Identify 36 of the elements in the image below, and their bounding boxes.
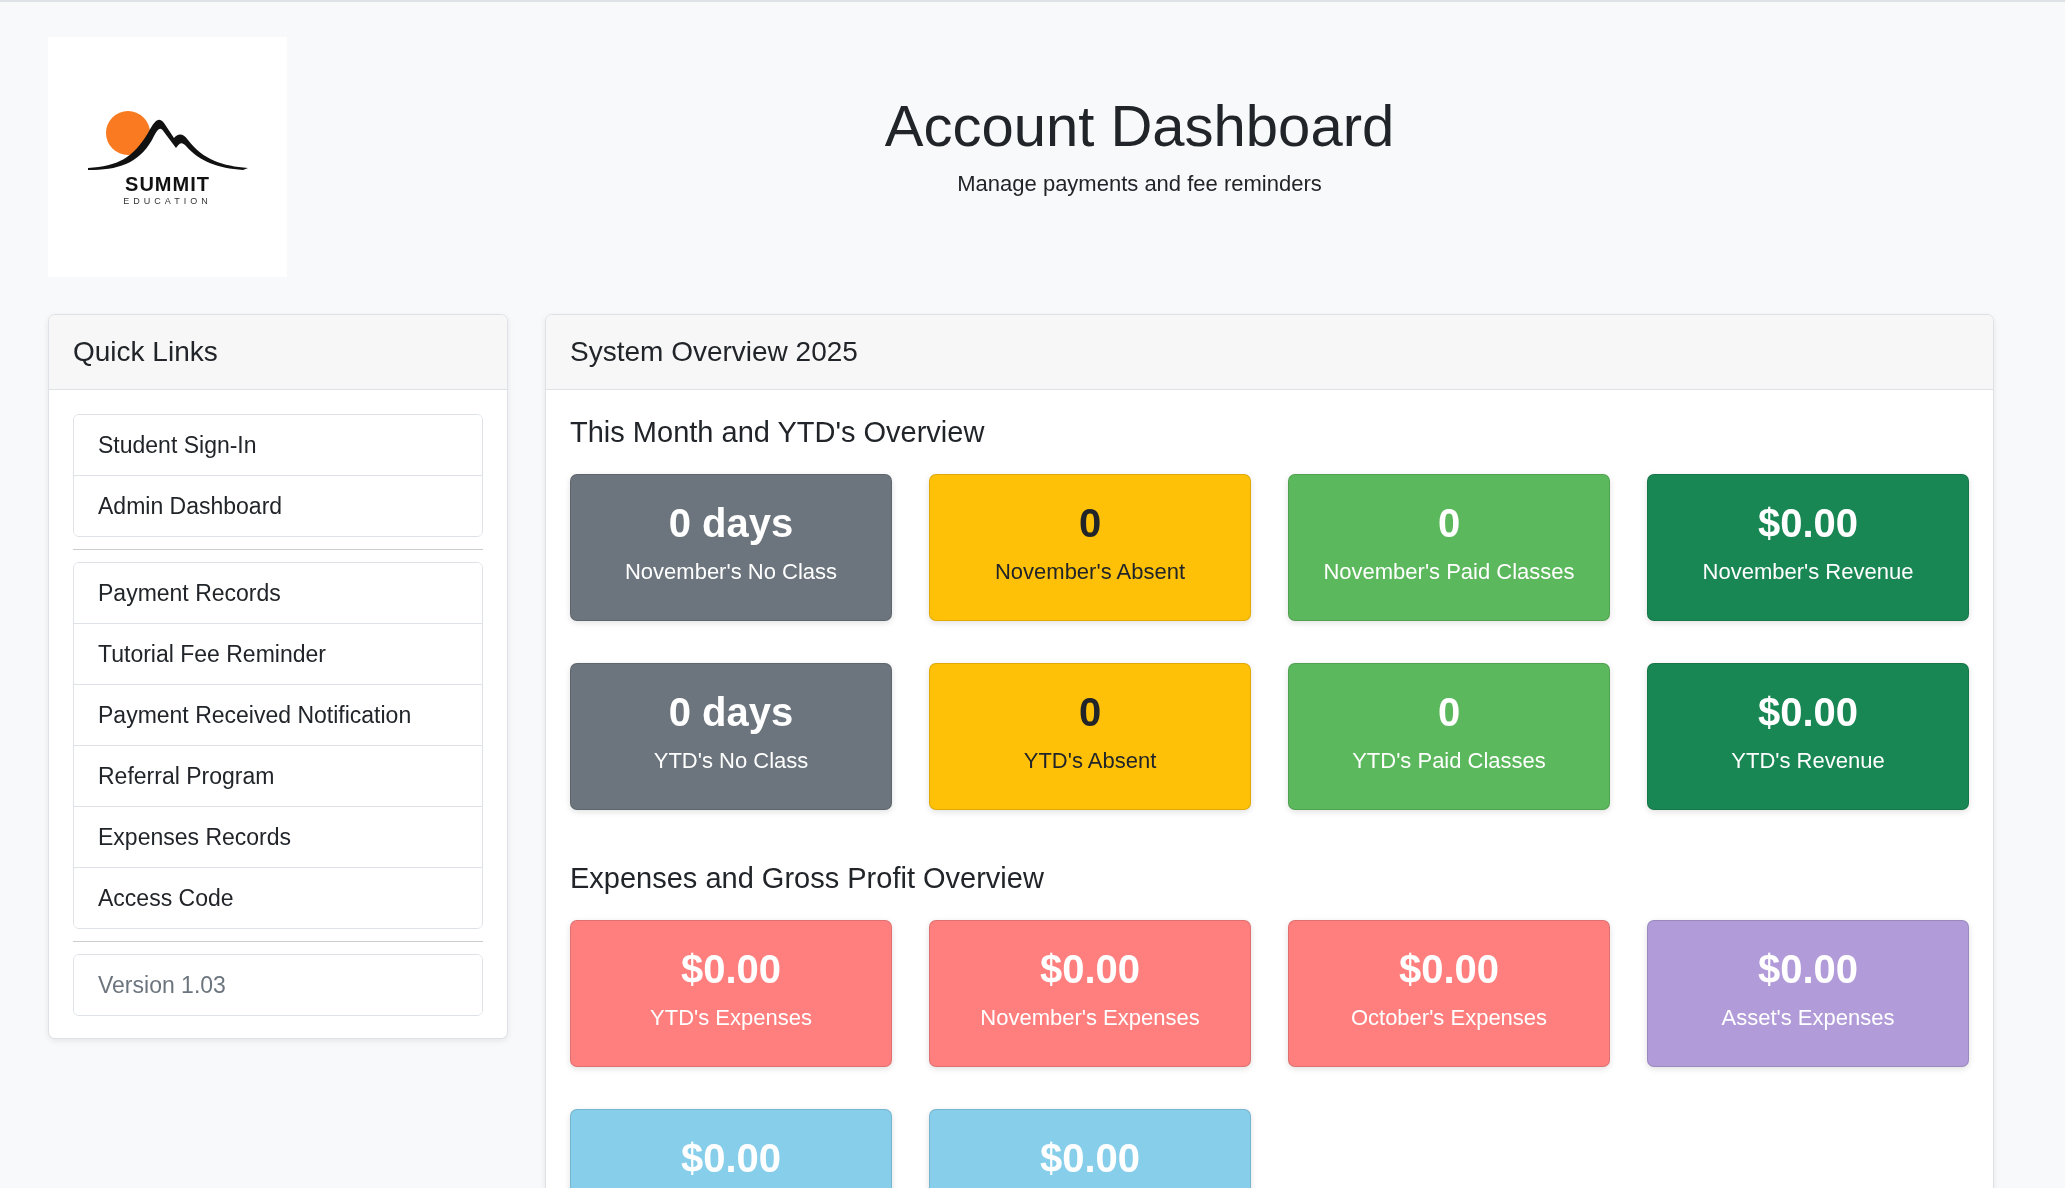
stat-label: YTD's No Class	[653, 748, 809, 774]
stat-value: $0.00	[680, 947, 782, 991]
stat-value: 0	[1078, 501, 1102, 545]
stat-label: November's No Class	[624, 559, 837, 585]
stat-value: 0	[1078, 690, 1102, 734]
stat-value: 0	[1437, 690, 1461, 734]
stat-label: YTD's Expenses	[650, 1005, 812, 1031]
stat-label: October's Expenses	[1350, 1005, 1548, 1031]
stat-label: Asset's Expenses	[1721, 1005, 1895, 1031]
stat-value: $0.00	[1039, 947, 1141, 991]
card-title: System Overview 2025	[546, 315, 1993, 390]
stat-value: $0.00	[1757, 947, 1859, 991]
stat-label: YTD's Revenue	[1731, 748, 1885, 774]
stat-value: $0.00	[680, 1136, 782, 1180]
page-title: Account Dashboard	[883, 92, 1396, 160]
stat-value: 0 days	[668, 690, 794, 734]
quick-link[interactable]: Admin Dashboard	[74, 475, 482, 536]
section-title: Expenses and Gross Profit Overview	[570, 862, 1045, 895]
logo-name: SUMMIT	[125, 174, 210, 194]
stat-value: 0	[1437, 501, 1461, 545]
page-subtitle: Manage payments and fee reminders	[956, 170, 1323, 197]
stat-label: YTD's Paid Classes	[1352, 748, 1546, 774]
stat-label: YTD's Absent	[1023, 748, 1157, 774]
stat-label: November's Paid Classes	[1323, 559, 1575, 585]
stat-label: November's Expenses	[980, 1005, 1200, 1031]
stat-value: $0.00	[1398, 947, 1500, 991]
stat-label: November's Absent	[994, 559, 1186, 585]
stat-label: November's Revenue	[1702, 559, 1914, 585]
stat-value: $0.00	[1039, 1136, 1141, 1180]
logo-tagline: EDUCATION	[123, 197, 212, 206]
stat-value: $0.00	[1757, 690, 1859, 734]
card-title: Quick Links	[49, 315, 507, 390]
quick-link[interactable]: Access Code	[74, 867, 482, 928]
section-title: This Month and YTD's Overview	[570, 416, 986, 449]
stat-value: $0.00	[1757, 501, 1859, 545]
stat-value: 0 days	[668, 501, 794, 545]
